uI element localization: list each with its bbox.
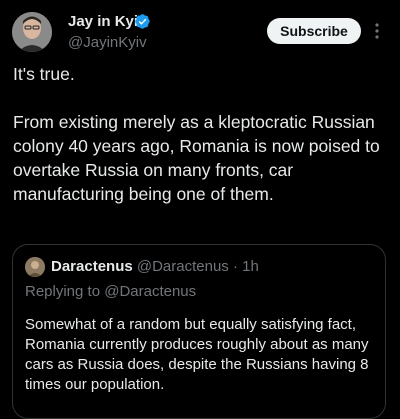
quoted-author-handle[interactable]: @Daractenus (137, 258, 229, 275)
quoted-post-header: Daractenus @Daractenus · 1h (51, 257, 259, 277)
more-options-icon[interactable] (370, 20, 384, 42)
post: Jay in Kyiv @JayinKyiv Subscribe It's tr… (0, 0, 400, 419)
separator-dot: · (232, 258, 238, 275)
quoted-avatar-photo-icon (25, 257, 45, 277)
quoted-post-text: Somewhat of a random but equally satisfy… (25, 316, 369, 393)
author-avatar[interactable] (12, 12, 52, 52)
avatar-photo-icon (12, 12, 52, 52)
subscribe-button[interactable]: Subscribe (267, 18, 361, 44)
verified-badge-icon (135, 14, 150, 29)
replying-to: Replying to @Daractenus (25, 283, 197, 300)
post-text-paragraph: It's true. (13, 64, 75, 84)
quoted-author-avatar[interactable] (25, 257, 45, 277)
post-text-paragraph: From existing merely as a kleptocratic R… (13, 112, 380, 204)
author-handle[interactable]: @JayinKyiv (68, 34, 147, 52)
post-text: It's true. From existing merely as a kle… (13, 62, 387, 206)
quoted-author-name[interactable]: Daractenus (51, 258, 133, 275)
quoted-post[interactable]: Daractenus @Daractenus · 1h Replying to … (12, 244, 386, 419)
quoted-post-time[interactable]: 1h (242, 258, 259, 275)
